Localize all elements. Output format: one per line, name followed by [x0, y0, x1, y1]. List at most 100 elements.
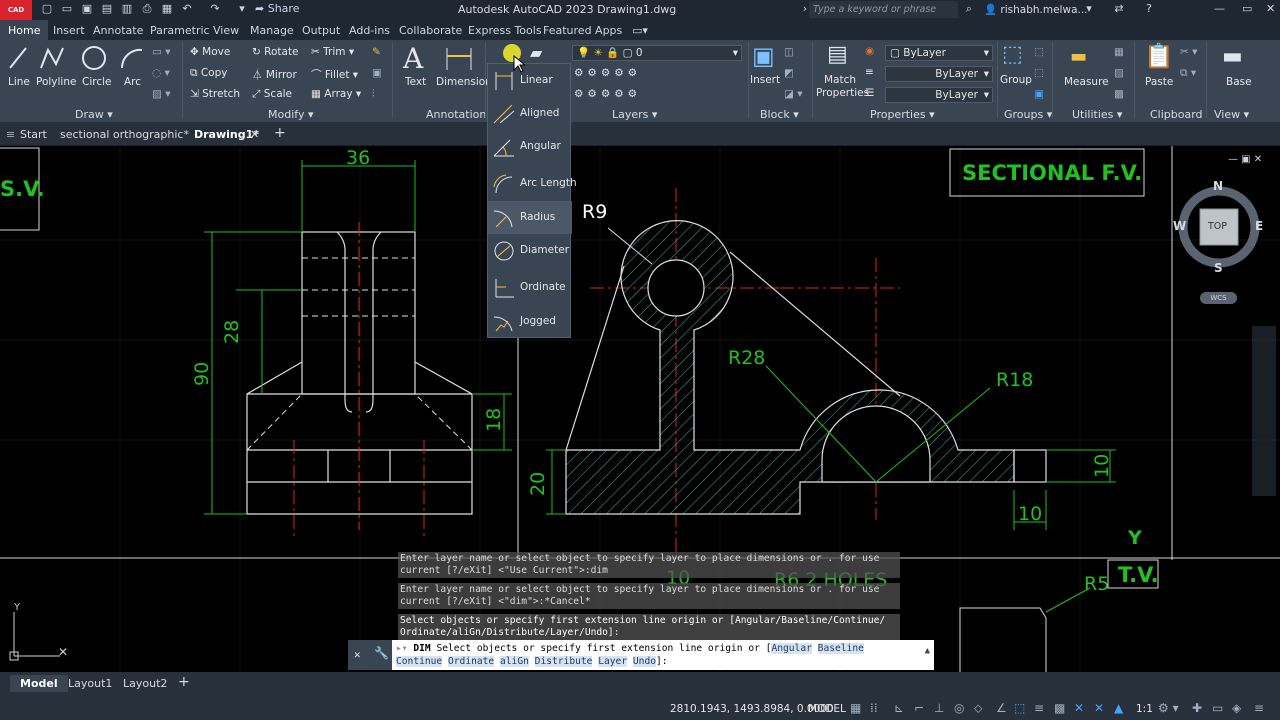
measure-icon[interactable]: ▬ — [1070, 46, 1087, 67]
tab-manage[interactable]: Manage — [250, 24, 294, 37]
rotate-button[interactable]: ↻ Rotate — [252, 46, 299, 58]
dimension-button[interactable]: Dimension — [436, 76, 492, 88]
web-save-icon[interactable]: ▥ — [120, 2, 134, 16]
menu-angular[interactable]: Angular — [488, 130, 572, 163]
viewcube-north[interactable]: N — [1213, 179, 1223, 193]
search-input[interactable]: Type a keyword or phrase — [809, 1, 958, 18]
option-continue[interactable]: Continue — [396, 656, 443, 667]
undo-icon[interactable]: ↶ — [180, 2, 194, 16]
tab-parametric[interactable]: Parametric — [150, 24, 210, 37]
save-icon[interactable]: ▣ — [80, 2, 94, 16]
plot-preview-icon[interactable]: ▦ — [160, 2, 174, 16]
polyline-button[interactable]: Polyline — [36, 76, 76, 88]
tab-layout2[interactable]: Layout2 — [123, 677, 167, 690]
layer-properties-icon[interactable]: ▰ — [530, 43, 542, 62]
autocad-logo[interactable]: CAD — [0, 0, 32, 20]
match-properties-icon[interactable]: ▤ — [827, 42, 848, 67]
color-wheel-icon[interactable]: ◉ — [865, 45, 874, 57]
command-customize-icon[interactable]: 🔧 — [374, 646, 389, 660]
fillet-button[interactable]: ⌒ Fillet ▾ — [311, 67, 358, 82]
customize-status-icon[interactable]: ≡ — [1254, 701, 1264, 715]
polar-icon[interactable]: ◎ — [954, 701, 964, 715]
viewcube-south[interactable]: S — [1214, 261, 1223, 275]
option-layer[interactable]: Layer — [598, 656, 628, 667]
tab-output[interactable]: Output — [302, 24, 340, 37]
annotation-autoscale-icon[interactable]: ▲ — [1114, 701, 1123, 715]
tab-featured-apps[interactable]: Featured Apps — [543, 24, 622, 37]
option-undo[interactable]: Undo — [632, 656, 656, 667]
viewcube-east[interactable]: E — [1255, 219, 1263, 233]
tab-collaborate[interactable]: Collaborate — [399, 24, 462, 37]
rectangle-icon[interactable]: ▭ ▾ — [152, 46, 171, 58]
wcs-menu[interactable]: WCS — [1200, 292, 1237, 304]
tab-insert[interactable]: Insert — [53, 24, 85, 37]
save-as-icon[interactable]: ▤ — [100, 2, 114, 16]
menu-aligned[interactable]: Aligned — [488, 97, 572, 130]
doctab-sectional-orthographic[interactable]: sectional orthographic* — [60, 128, 189, 141]
command-history-toggle-icon[interactable]: ▲ — [925, 646, 930, 656]
ortho-icon[interactable]: ⊥ — [934, 701, 944, 715]
viewcube-west[interactable]: W — [1173, 219, 1186, 233]
grid-icon[interactable]: ▦ — [850, 701, 861, 715]
annotation-visibility-icon[interactable]: ✕ — [1094, 701, 1104, 715]
view-panel-label[interactable]: View ▾ — [1214, 108, 1249, 121]
linetype-icon[interactable]: ☰ — [865, 87, 874, 99]
lineweight-dropdown[interactable]: ByLayer ▾ — [885, 87, 993, 103]
tab-view[interactable]: View — [213, 24, 239, 37]
option-baseline[interactable]: Baseline — [817, 643, 864, 654]
trim-button[interactable]: ✂ Trim ▾ — [311, 46, 354, 58]
line-icon[interactable] — [6, 44, 30, 72]
scale-button[interactable]: ⤢ Scale — [252, 88, 292, 101]
move-button[interactable]: ✥ Move — [190, 46, 230, 58]
insert-button[interactable]: Insert — [750, 74, 780, 86]
text-button[interactable]: Text — [405, 76, 426, 88]
object-snap-tracking-icon[interactable]: ∠ — [996, 701, 1007, 715]
mirror-button[interactable]: ⏃ Mirror — [252, 67, 297, 82]
group-button[interactable]: Group — [1000, 74, 1032, 86]
stretch-button[interactable]: ⇲ Stretch — [190, 88, 240, 100]
properties-panel-label[interactable]: Properties ▾ — [870, 108, 935, 121]
layer-tools-row2-icon[interactable]: ⚙⚙⚙⚙⚙ — [574, 88, 641, 100]
doctab-start[interactable]: Start — [20, 128, 47, 141]
add-layout-icon[interactable]: + — [178, 674, 190, 690]
match-label-1[interactable]: Match — [824, 74, 856, 86]
hatch-icon[interactable]: ▨ ▾ — [152, 88, 171, 100]
group-edit-icon[interactable]: ⬚ — [1034, 67, 1044, 79]
menu-linear[interactable]: Linear — [488, 64, 572, 97]
share-button[interactable]: ➦ Share — [255, 2, 299, 15]
menu-diameter[interactable]: Diameter — [488, 234, 572, 267]
modify-panel-label[interactable]: Modify ▾ — [268, 108, 313, 121]
menu-radius[interactable]: Radius — [488, 201, 572, 234]
isodraft-icon[interactable]: ⬦ — [974, 701, 982, 716]
cart-icon[interactable]: ▾ — [1082, 2, 1096, 16]
polyline-icon[interactable] — [38, 44, 66, 72]
ribbon-options-icon[interactable]: ▭▾ — [632, 24, 648, 37]
option-distribute[interactable]: Distribute — [534, 656, 593, 667]
block-panel-label[interactable]: Block ▾ — [760, 108, 799, 121]
base-view-icon[interactable]: ▬ — [1222, 44, 1243, 69]
edit-block-icon[interactable]: ◩ — [784, 67, 794, 79]
viewcube[interactable]: N S E W TOP — [1173, 179, 1265, 275]
viewcube-top-face[interactable]: TOP — [1208, 221, 1227, 232]
object-snap-icon[interactable]: ⬚ — [1014, 701, 1025, 715]
clipboard-panel-label[interactable]: Clipboard — [1150, 108, 1203, 121]
annotation-scale[interactable]: 1:1 — [1136, 703, 1153, 715]
id-point-icon[interactable]: ▩ — [1114, 88, 1124, 100]
option-angular[interactable]: Angular — [771, 643, 812, 654]
layer-dropdown[interactable]: 💡 ☀ 🔒 ▢ 0 ▾ — [572, 45, 742, 61]
plot-icon[interactable]: ⎙ — [140, 2, 154, 16]
quickselect-icon[interactable]: ▧ — [1114, 67, 1124, 79]
paste-icon[interactable]: 📋 — [1144, 42, 1174, 70]
isolate-objects-icon[interactable]: ◈ — [1232, 701, 1241, 715]
draw-panel-label[interactable]: Draw ▾ — [75, 108, 113, 121]
option-align[interactable]: aliGn — [500, 656, 529, 667]
arc-button[interactable]: Arc — [124, 76, 141, 88]
line-button[interactable]: Line — [8, 76, 30, 88]
option-ordinate[interactable]: Ordinate — [448, 656, 495, 667]
minimize-icon[interactable]: — — [1214, 2, 1225, 15]
infer-constraints-icon[interactable]: ⊾ — [894, 701, 904, 715]
groups-panel-label[interactable]: Groups ▾ — [1004, 108, 1052, 121]
doctab-close-icon[interactable]: ✕ — [250, 128, 259, 141]
menu-jogged[interactable]: Jogged — [488, 305, 572, 338]
maximize-icon[interactable]: ▭ — [1242, 2, 1252, 15]
